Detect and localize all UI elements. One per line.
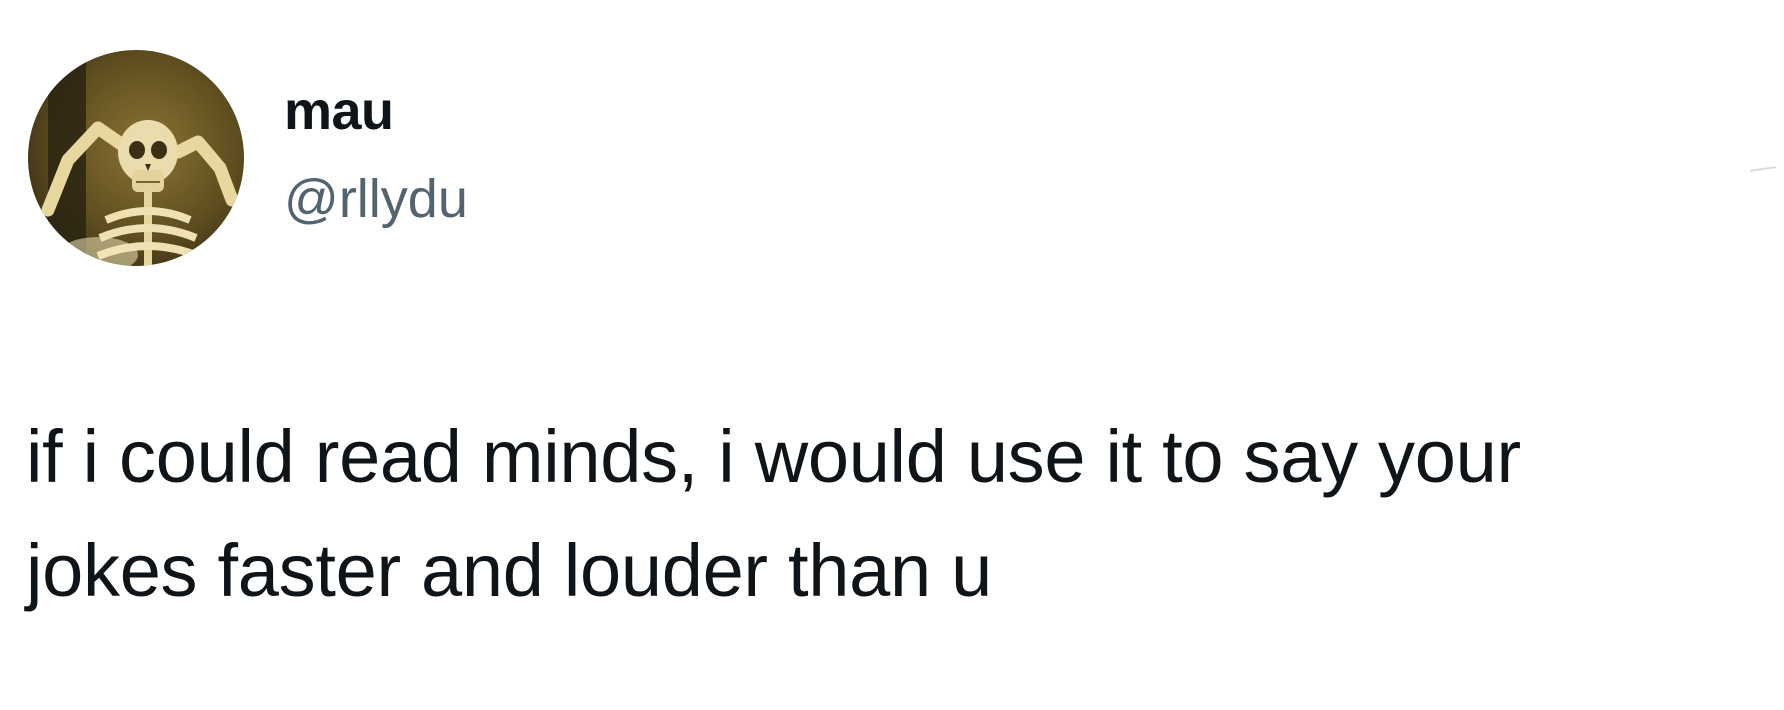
tweet-card: mau @rllydu if i could read minds, i wou…	[0, 0, 1784, 710]
corner-divider	[1749, 166, 1777, 172]
author-display-name[interactable]: mau	[284, 84, 394, 138]
avatar[interactable]	[28, 50, 244, 266]
author-handle[interactable]: @rllydu	[284, 172, 468, 226]
tweet-text: if i could read minds, i would use it to…	[26, 415, 1521, 612]
skeleton-avatar-icon	[28, 50, 244, 266]
